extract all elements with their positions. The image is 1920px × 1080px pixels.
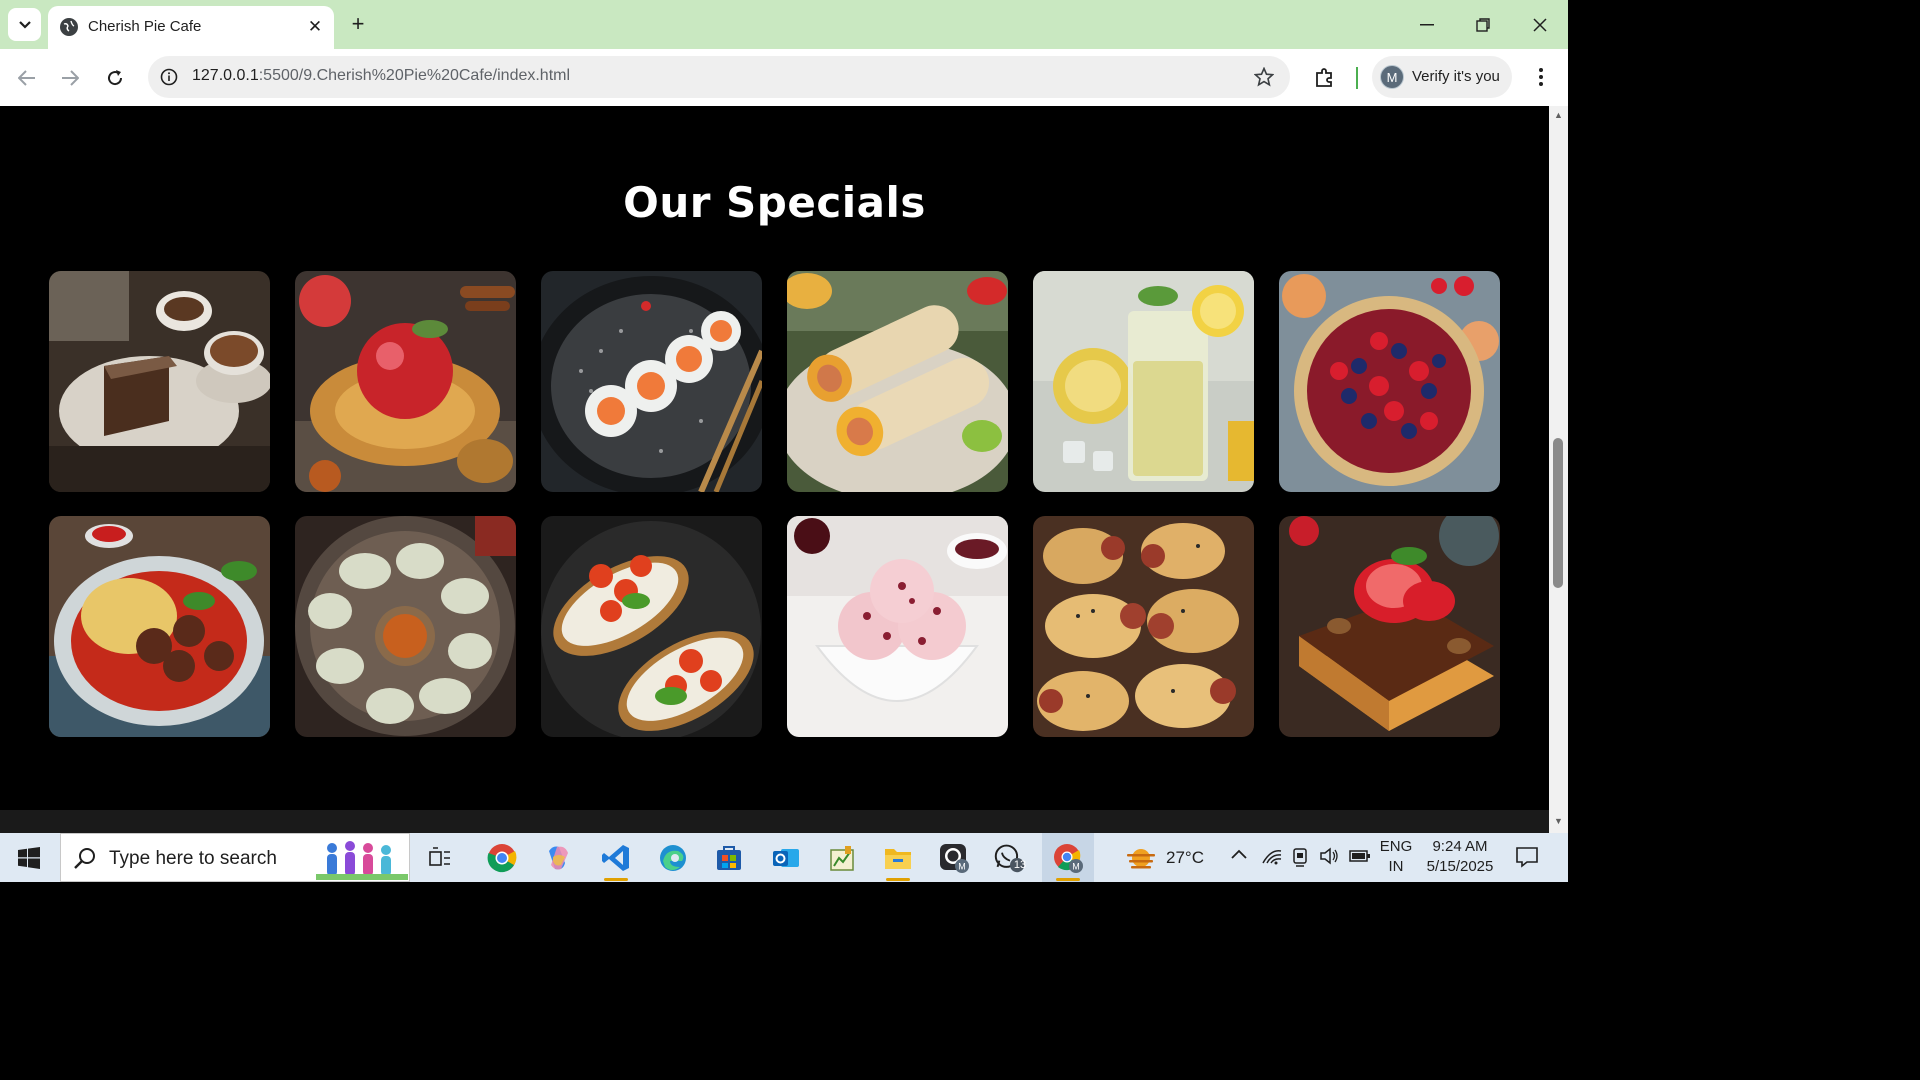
svg-text:M: M xyxy=(1072,862,1080,872)
url-path: :5500/9.Cherish%20Pie%20Cafe/index.html xyxy=(258,67,571,84)
chrome-profile-icon: M xyxy=(1054,844,1083,873)
apple-pastry-image xyxy=(295,271,516,492)
notification-center-icon[interactable] xyxy=(1515,845,1541,871)
ice-cream-image xyxy=(787,516,1008,737)
scrollbar-thumb[interactable] xyxy=(1553,438,1563,588)
copilot-icon[interactable] xyxy=(542,842,574,874)
chrome-active-taskbar-slot[interactable]: M xyxy=(1042,833,1094,882)
graphs-app-icon[interactable] xyxy=(826,842,858,874)
tab-search-button[interactable] xyxy=(8,8,41,41)
vscode-active-indicator xyxy=(604,878,628,881)
weather-widget[interactable]: 27°C xyxy=(1125,842,1225,874)
extensions-puzzle-icon[interactable] xyxy=(1312,64,1338,90)
address-bar[interactable]: 127.0.0.1:5500/9.Cherish%20Pie%20Cafe/in… xyxy=(148,56,1290,98)
close-window-icon[interactable] xyxy=(1512,0,1568,49)
special-card-ice-cream[interactable] xyxy=(787,516,1008,737)
file-explorer-icon[interactable] xyxy=(882,842,914,874)
meet-now-icon[interactable] xyxy=(1291,847,1311,869)
tab-title: Cherish Pie Cafe xyxy=(88,18,202,35)
weather-temperature: 27°C xyxy=(1166,848,1204,867)
special-card-apple-pastry[interactable] xyxy=(295,271,516,492)
page-viewport: Our Specials xyxy=(0,106,1549,810)
berry-tart-image xyxy=(1279,271,1500,492)
tab-strip: Cherish Pie Cafe ✕ + xyxy=(0,0,1568,49)
lemonade-image xyxy=(1033,271,1254,492)
sushi-rolls-image xyxy=(541,271,762,492)
special-card-pigs-in-blanket[interactable] xyxy=(1033,516,1254,737)
search-placeholder: Type here to search xyxy=(109,848,277,869)
browser-toolbar: 127.0.0.1:5500/9.Cherish%20Pie%20Cafe/in… xyxy=(0,49,1568,106)
bookmark-star-icon[interactable] xyxy=(1251,64,1277,90)
windows-start-icon[interactable] xyxy=(10,843,48,873)
globe-icon xyxy=(60,18,78,36)
special-card-sushi[interactable] xyxy=(541,271,762,492)
people-illustration-icon xyxy=(316,841,408,880)
whatsapp-unread-badge: 13 xyxy=(1013,859,1027,871)
search-icon xyxy=(74,848,95,869)
microsoft-store-icon[interactable] xyxy=(713,842,745,874)
special-card-strawberry-toast[interactable] xyxy=(1279,516,1500,737)
haze-sun-icon xyxy=(1127,849,1155,869)
restore-icon[interactable] xyxy=(1455,0,1511,49)
page-scrollbar[interactable]: ▲ ▼ xyxy=(1549,106,1568,833)
browser-tab[interactable]: Cherish Pie Cafe ✕ xyxy=(48,6,334,49)
special-card-spaghetti[interactable] xyxy=(49,516,270,737)
chrome-active-indicator xyxy=(1056,878,1080,881)
svg-text:M: M xyxy=(958,862,966,872)
chrome-icon[interactable] xyxy=(486,842,518,874)
profile-button[interactable]: M Verify it's you xyxy=(1372,56,1512,98)
dumplings-image xyxy=(295,516,516,737)
clock-time: 9:24 AM xyxy=(1432,838,1488,855)
profile-label: Verify it's you xyxy=(1412,68,1500,85)
more-menu-icon[interactable] xyxy=(1528,64,1554,90)
special-card-bruschetta[interactable] xyxy=(541,516,762,737)
toolbar-separator xyxy=(1356,67,1358,89)
whatsapp-icon[interactable]: 13 xyxy=(994,842,1026,874)
battery-icon[interactable] xyxy=(1349,849,1371,867)
new-tab-icon[interactable]: + xyxy=(346,11,370,36)
special-card-berry-tart[interactable] xyxy=(1279,271,1500,492)
wraps-image xyxy=(787,271,1008,492)
page-footer-edge xyxy=(0,810,1549,833)
special-card-wraps[interactable] xyxy=(787,271,1008,492)
url-text[interactable]: 127.0.0.1:5500/9.Cherish%20Pie%20Cafe/in… xyxy=(192,67,570,85)
special-card-dumplings[interactable] xyxy=(295,516,516,737)
taskbar-search-box[interactable]: Type here to search xyxy=(60,833,410,882)
edge-icon[interactable] xyxy=(657,842,689,874)
language-indicator[interactable]: ENG IN xyxy=(1378,837,1414,877)
url-host: 127.0.0.1 xyxy=(192,67,259,84)
chevron-down-icon xyxy=(18,20,31,29)
chevron-up-icon[interactable] xyxy=(1230,847,1252,869)
reload-icon[interactable] xyxy=(101,64,129,92)
bruschetta-image xyxy=(541,516,762,737)
taskbar-clock[interactable]: 9:24 AM 5/15/2025 xyxy=(1420,837,1500,877)
back-arrow-icon[interactable] xyxy=(13,64,41,92)
page-title: Our Specials xyxy=(623,178,926,227)
windows-taskbar: Type here to search M 13 M 27°C ENG IN 9… xyxy=(0,833,1568,882)
volume-icon[interactable] xyxy=(1319,847,1341,869)
minimize-icon[interactable] xyxy=(1399,0,1455,49)
special-card-lemonade[interactable] xyxy=(1033,271,1254,492)
file-explorer-active-indicator xyxy=(886,878,910,881)
vscode-icon[interactable] xyxy=(600,842,632,874)
strawberry-chocolate-toast-image xyxy=(1279,516,1500,737)
language-region: IN xyxy=(1388,858,1404,875)
forward-arrow-icon[interactable] xyxy=(56,64,84,92)
scroll-down-arrow-icon[interactable]: ▼ xyxy=(1549,816,1568,830)
scroll-up-arrow-icon[interactable]: ▲ xyxy=(1549,110,1568,124)
pigs-in-blanket-image xyxy=(1033,516,1254,737)
special-card-coffee-cake[interactable] xyxy=(49,271,270,492)
close-tab-icon[interactable]: ✕ xyxy=(304,16,326,38)
language-code: ENG xyxy=(1379,838,1413,855)
github-desktop-icon[interactable]: M xyxy=(938,842,970,874)
task-view-icon[interactable] xyxy=(424,842,456,874)
wifi-icon[interactable] xyxy=(1262,847,1284,869)
outlook-icon[interactable] xyxy=(770,842,802,874)
site-info-icon[interactable] xyxy=(158,66,180,88)
avatar: M xyxy=(1380,65,1404,89)
clock-date: 5/15/2025 xyxy=(1426,858,1494,875)
coffee-cake-image xyxy=(49,271,270,492)
spaghetti-meatballs-image xyxy=(49,516,270,737)
